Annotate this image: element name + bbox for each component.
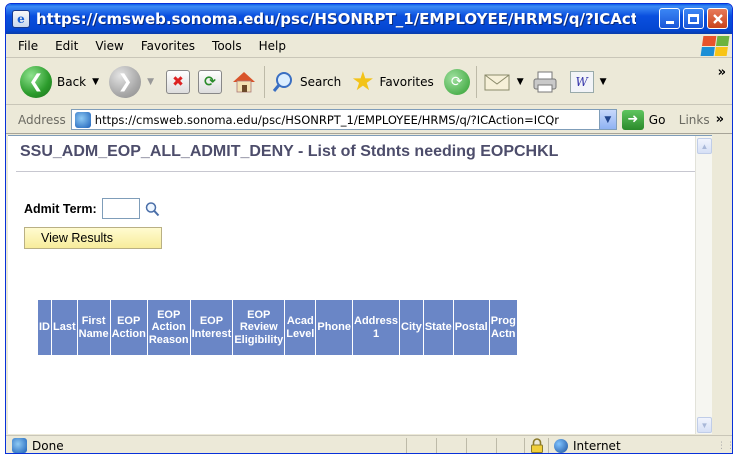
status-separator (436, 438, 437, 453)
address-url[interactable]: https://cmsweb.sonoma.edu/psc/HSONRPT_1/… (95, 113, 595, 127)
forward-dropdown-icon[interactable]: ▼ (147, 77, 154, 87)
admit-term-row: Admit Term: (24, 198, 160, 219)
page-title: SSU_ADM_EOP_ALL_ADMIT_DENY - List of Std… (20, 143, 559, 160)
maximize-icon (688, 13, 699, 24)
address-label: Address (18, 112, 66, 127)
favorites-star-icon[interactable]: ★ (351, 69, 374, 95)
stop-icon[interactable]: ✖ (165, 69, 190, 94)
address-dropdown-icon[interactable]: ▼ (598, 110, 616, 129)
go-arrow-icon: ➜ (621, 109, 644, 130)
print-icon[interactable] (532, 70, 558, 94)
menu-help[interactable]: Help (259, 39, 286, 53)
page-icon (74, 111, 91, 128)
minimize-button[interactable] (659, 8, 680, 29)
status-separator (548, 438, 549, 453)
favorites-button[interactable]: Favorites (380, 75, 434, 89)
column-header: EOP Review Eligibility (232, 299, 286, 356)
status-separator (466, 438, 467, 453)
status-text: Done (32, 438, 64, 453)
column-header: Postal (452, 299, 490, 356)
admit-term-label: Admit Term: (24, 201, 97, 216)
ie-page-icon: e (12, 10, 30, 28)
table-header-row: ID Last First Name EOP Action EOP Action Reason E… (37, 299, 518, 356)
lookup-search-icon[interactable] (144, 201, 160, 217)
admit-term-input[interactable] (101, 198, 140, 219)
toolbar-separator (475, 65, 477, 98)
page-content: SSU_ADM_EOP_ALL_ADMIT_DENY - List of Std… (8, 135, 712, 434)
status-separator (406, 438, 407, 453)
column-header: Last (51, 299, 78, 356)
menu-edit[interactable]: Edit (55, 39, 78, 53)
toolbar-separator (263, 65, 265, 98)
windows-logo-icon (700, 36, 730, 56)
column-header: State (422, 299, 454, 356)
back-dropdown-icon[interactable]: ▼ (92, 77, 99, 87)
lock-icon (531, 438, 543, 453)
page-status-icon (12, 438, 27, 453)
column-header: First Name (76, 299, 111, 356)
home-icon[interactable] (230, 69, 258, 95)
resize-grip-icon[interactable]: ⋮⋮ (717, 441, 732, 453)
scroll-up-icon[interactable]: ▲ (697, 138, 712, 154)
forward-arrow-icon[interactable]: ❯ (109, 65, 142, 98)
address-bar: Address https://cmsweb.sonoma.edu/psc/HS… (6, 106, 732, 134)
edit-word-icon[interactable]: W (569, 70, 594, 93)
toolbar-overflow-icon[interactable]: » (718, 65, 726, 80)
links-overflow-icon[interactable]: » (716, 112, 724, 127)
column-header: ID (37, 299, 52, 356)
title-divider (16, 171, 701, 172)
window-title: https://cmsweb.sonoma.edu/psc/HSONRPT_1/… (36, 10, 636, 28)
scroll-down-icon[interactable]: ▼ (697, 417, 712, 433)
close-button[interactable] (707, 8, 728, 29)
search-icon[interactable] (271, 70, 295, 94)
column-header: Acad Level (284, 299, 317, 356)
column-header: Prog Actn (488, 299, 518, 356)
links-toolbar[interactable]: Links » (679, 112, 724, 127)
menu-file[interactable]: File (18, 39, 38, 53)
title-bar: e https://cmsweb.sonoma.edu/psc/HSONRPT_… (6, 4, 732, 34)
history-icon[interactable]: ⟳ (443, 68, 470, 95)
status-bar: Done Internet ⋮⋮ (6, 435, 732, 453)
toolbar: ❮ Back ▼ ❯ ▼ ✖ ⟳ Search ★ Favorites ⟳ ▼ … (6, 59, 732, 105)
view-results-button[interactable]: View Results (24, 227, 162, 249)
back-button[interactable]: Back (57, 75, 86, 89)
vertical-scrollbar[interactable]: ▲ ▼ (695, 136, 712, 434)
menu-tools[interactable]: Tools (212, 39, 242, 53)
browser-window: e https://cmsweb.sonoma.edu/psc/HSONRPT_… (5, 3, 733, 454)
refresh-icon[interactable]: ⟳ (197, 69, 222, 94)
search-button[interactable]: Search (300, 75, 341, 89)
security-zone-text: Internet (573, 439, 621, 453)
column-header: EOP Action Reason (146, 299, 191, 356)
mail-icon[interactable] (483, 72, 511, 92)
status-separator (524, 438, 525, 453)
minimize-icon (665, 21, 674, 24)
edit-dropdown-icon[interactable]: ▼ (600, 77, 607, 87)
back-arrow-icon[interactable]: ❮ (20, 65, 52, 98)
maximize-button[interactable] (683, 8, 704, 29)
internet-zone-icon (554, 439, 568, 453)
menu-view[interactable]: View (95, 39, 123, 53)
column-header: EOP Action (109, 299, 148, 356)
menu-favorites[interactable]: Favorites (141, 39, 195, 53)
results-table: ID Last First Name EOP Action EOP Action Reason E… (37, 299, 518, 356)
mail-dropdown-icon[interactable]: ▼ (517, 77, 524, 87)
links-label[interactable]: Links (679, 113, 710, 127)
column-header: Address 1 (351, 299, 401, 356)
status-separator (496, 438, 497, 453)
address-field[interactable]: https://cmsweb.sonoma.edu/psc/HSONRPT_1/… (70, 109, 617, 130)
close-icon (712, 13, 723, 24)
column-header: City (399, 299, 424, 356)
column-header: Phone (315, 299, 353, 356)
go-button[interactable]: ➜ Go (621, 109, 666, 130)
go-label: Go (648, 112, 666, 127)
column-header: EOP Interest (189, 299, 234, 356)
menu-bar: File Edit View Favorites Tools Help (6, 34, 732, 58)
